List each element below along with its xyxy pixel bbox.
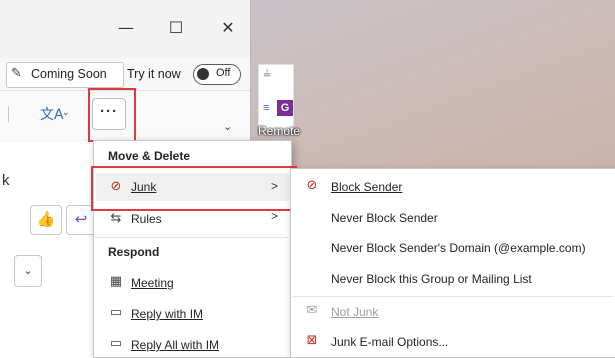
menu-item-rules[interactable]: Rules <box>131 212 162 226</box>
highlight-box-junk <box>91 166 297 211</box>
minimize-button[interactable]: — <box>116 18 136 38</box>
junk-options-icon: ⊠ <box>306 333 318 348</box>
submenu-item-never-block-sender[interactable]: Never Block Sender <box>331 211 438 225</box>
thumbs-up-icon: 👍 <box>36 211 56 228</box>
envelope-icon: ✉ <box>306 303 318 318</box>
submenu-item-not-junk[interactable]: Not Junk <box>331 305 378 319</box>
submenu-item-never-block-domain[interactable]: Never Block Sender's Domain (@example.co… <box>331 241 586 255</box>
remote-desktop-label: Remote <box>258 124 301 138</box>
dropdown-button[interactable]: ⌄ <box>14 255 42 287</box>
sparkle-pencil-icon: ✎ <box>11 66 22 81</box>
section-header-respond: Respond <box>108 245 160 259</box>
section-header-move-delete: Move & Delete <box>108 149 191 163</box>
translate-icon[interactable]: 文A <box>40 104 64 124</box>
tile-small-icon: ≡ <box>263 102 270 114</box>
ribbon-divider <box>8 106 9 122</box>
submenu-item-junk-options[interactable]: Junk E-mail Options... <box>331 335 448 349</box>
reply-icon: ↩ <box>74 211 88 228</box>
chevron-down-icon: ⌄ <box>23 265 33 277</box>
chat-reply-all-icon: ▭ <box>109 336 123 351</box>
toggle-knob <box>197 68 209 80</box>
menu-item-meeting[interactable]: Meeting <box>131 276 174 290</box>
block-sender-icon: ⊘ <box>306 178 318 193</box>
menu-lines-icon: ≟ <box>263 70 272 81</box>
calendar-reply-icon: ▦ <box>109 274 123 289</box>
submenu-divider <box>292 296 613 297</box>
highlight-box-more <box>88 88 136 142</box>
like-button[interactable]: 👍 <box>30 205 62 235</box>
chevron-down-icon[interactable]: ⌄ <box>62 107 70 118</box>
onenote-icon: G <box>277 100 293 116</box>
coming-soon-label: Coming Soon <box>31 67 107 81</box>
try-it-now-label: Try it now <box>127 67 181 81</box>
menu-item-reply-all-im[interactable]: Reply All with IM <box>131 338 219 352</box>
junk-submenu <box>290 168 615 358</box>
close-pane-icon[interactable]: k <box>2 172 10 189</box>
chat-reply-icon: ▭ <box>109 305 123 320</box>
submenu-item-never-block-group[interactable]: Never Block this Group or Mailing List <box>331 272 532 286</box>
menu-item-reply-im[interactable]: Reply with IM <box>131 307 203 321</box>
ribbon-expand-chevron-icon[interactable]: ⌄ <box>223 120 232 133</box>
maximize-button[interactable]: ☐ <box>166 18 186 38</box>
submenu-item-block-sender[interactable]: Block Sender <box>331 180 402 194</box>
toggle-state-label: Off <box>216 67 231 79</box>
close-button[interactable]: ✕ <box>218 18 238 38</box>
submenu-arrow-icon: > <box>271 209 279 223</box>
menu-divider <box>95 237 288 238</box>
rules-icon: ⇆ <box>110 211 122 226</box>
